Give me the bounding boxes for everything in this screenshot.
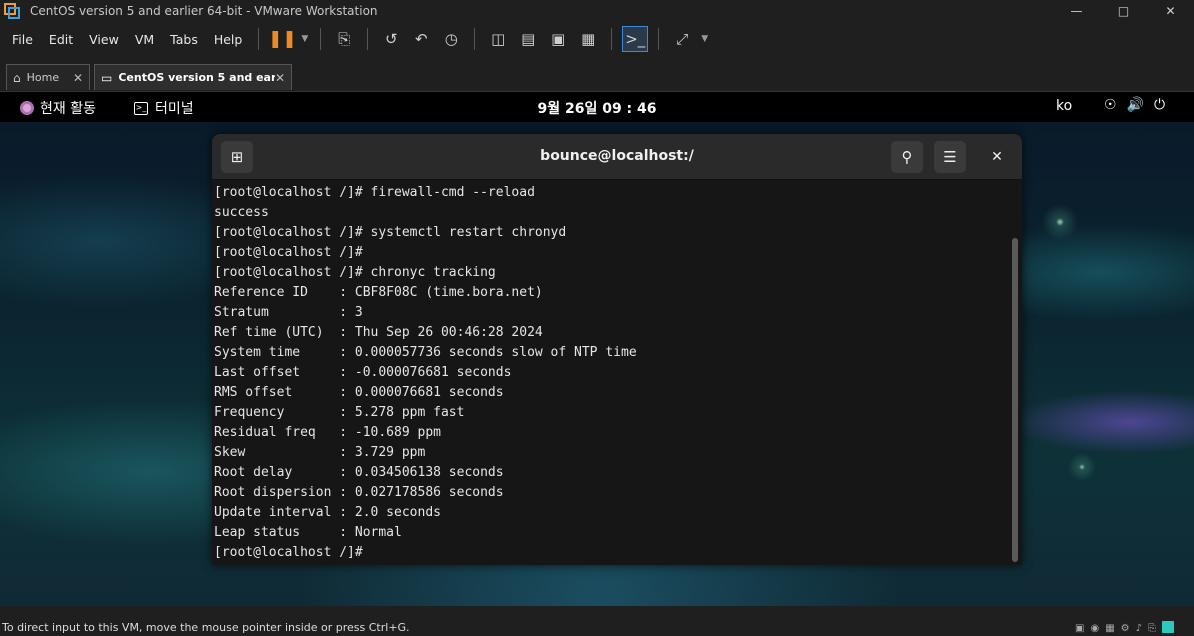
terminal-line: RMS offset : 0.000076681 seconds <box>214 385 504 400</box>
snapshot-manager-icon[interactable]: ◷ <box>438 26 464 52</box>
thumbnail-bar-icon[interactable]: ▤ <box>515 26 541 52</box>
terminal-line: Leap status : Normal <box>214 525 402 540</box>
terminal-line: [root@localhost /]# <box>214 245 363 260</box>
terminal-line: Last offset : -0.000076681 seconds <box>214 365 512 380</box>
stretch-guest-icon[interactable]: ⤢ <box>669 26 695 52</box>
status-text: To direct input to this VM, move the mou… <box>2 621 410 634</box>
network-adapter-icon[interactable]: ▦ <box>1105 621 1114 636</box>
power-dropdown-icon[interactable]: ▼ <box>301 34 308 44</box>
snapshot-icon[interactable]: ↺ <box>378 26 404 52</box>
menu-file[interactable]: File <box>0 32 41 47</box>
terminal-line: Frequency : 5.278 ppm fast <box>214 405 465 420</box>
menu-help[interactable]: Help <box>206 32 251 47</box>
terminal-line: Residual freq : -10.689 ppm <box>214 425 441 440</box>
gnome-top-bar: 현재 활동 >_ 터미널 9월 26일 09 : 46 ko ☉ 🔊 ⏻ <box>0 92 1194 122</box>
menu-view[interactable]: View <box>81 32 127 47</box>
menu-tabs[interactable]: Tabs <box>162 32 206 47</box>
terminal-line: Ref time (UTC) : Thu Sep 26 00:46:28 202… <box>214 325 543 340</box>
terminal-line: System time : 0.000057736 seconds slow o… <box>214 345 637 360</box>
toolbar-divider <box>367 28 369 50</box>
toolbar-divider <box>658 28 660 50</box>
status-bar: To direct input to this VM, move the mou… <box>0 620 1194 635</box>
usb-icon[interactable]: ⚙ <box>1121 621 1130 636</box>
terminal-line: [root@localhost /]# firewall-cmd --reloa… <box>214 185 535 200</box>
toolbar-divider <box>258 28 260 50</box>
home-icon: ⌂ <box>13 70 21 85</box>
terminal-line: [root@localhost /]# chronyc tracking <box>214 265 496 280</box>
close-tab-icon[interactable]: ✕ <box>73 71 83 85</box>
terminal-headerbar: ⊞ bounce@localhost:/ ⚲ ☰ ✕ <box>212 134 1022 180</box>
suspend-icon[interactable]: ❚❚ <box>268 26 297 52</box>
device-icons: ▣ ◉ ▦ ⚙ ♪ ⎘ <box>1075 621 1174 636</box>
vmware-logo-icon <box>4 3 20 19</box>
terminal-window: ⊞ bounce@localhost:/ ⚲ ☰ ✕ [root@localho… <box>212 134 1022 565</box>
window-title: CentOS version 5 and earlier 64-bit - VM… <box>30 4 378 18</box>
maximize-button[interactable]: □ <box>1100 4 1147 18</box>
printer-icon[interactable]: ⎘ <box>1148 621 1156 636</box>
revert-snapshot-icon[interactable]: ↶ <box>408 26 434 52</box>
terminal-line: Reference ID : CBF8F08C (time.bora.net) <box>214 285 543 300</box>
volume-icon: 🔊 <box>1126 97 1144 113</box>
tab-home[interactable]: ⌂ Home ✕ <box>6 64 90 90</box>
toolbar-divider <box>474 28 476 50</box>
tab-centos-vm[interactable]: ▭ CentOS version 5 and earl... ✕ <box>94 64 292 90</box>
vm-status-indicator-icon <box>1162 621 1174 633</box>
tab-centos-label: CentOS version 5 and earl... <box>118 71 275 84</box>
hamburger-menu-icon[interactable]: ☰ <box>934 141 966 173</box>
terminal-line: Root delay : 0.034506138 seconds <box>214 465 504 480</box>
terminal-line: Stratum : 3 <box>214 305 363 320</box>
vmware-titlebar: CentOS version 5 and earlier 64-bit - VM… <box>0 0 1194 22</box>
console-view-icon[interactable]: >_ <box>622 26 649 52</box>
terminal-line: Skew : 3.729 ppm <box>214 445 426 460</box>
search-icon[interactable]: ⚲ <box>891 141 923 173</box>
network-icon: ☉ <box>1104 97 1117 113</box>
terminal-line: Update interval : 2.0 seconds <box>214 505 441 520</box>
menu-vm[interactable]: VM <box>127 32 162 47</box>
terminal-output[interactable]: [root@localhost /]# firewall-cmd --reloa… <box>212 180 1008 565</box>
close-window-button[interactable]: ✕ <box>1147 4 1194 18</box>
close-icon[interactable]: ✕ <box>981 141 1013 173</box>
unity-icon[interactable]: ▦ <box>575 26 601 52</box>
power-icon: ⏻ <box>1154 97 1166 113</box>
clock[interactable]: 9월 26일 09 : 46 <box>0 98 1194 118</box>
tab-bar: ⌂ Home ✕ ▭ CentOS version 5 and earl... … <box>0 56 1194 92</box>
tab-home-label: Home <box>26 71 60 84</box>
toolbar-divider <box>611 28 613 50</box>
sound-icon[interactable]: ♪ <box>1136 621 1142 636</box>
system-menu[interactable]: ☉ 🔊 ⏻ <box>1104 97 1165 113</box>
minimize-button[interactable]: — <box>1053 4 1100 18</box>
library-view-icon[interactable]: ◫ <box>485 26 511 52</box>
full-screen-icon[interactable]: ▣ <box>545 26 571 52</box>
menu-toolbar: File Edit View VM Tabs Help ❚❚ ▼ ⎘ ↺ ↶ ◷… <box>0 22 1194 56</box>
hard-disk-icon[interactable]: ▣ <box>1075 621 1084 636</box>
terminal-scrollbar[interactable] <box>1012 238 1018 562</box>
stretch-dropdown-icon[interactable]: ▼ <box>701 34 708 44</box>
terminal-line: success <box>214 205 269 220</box>
send-ctrl-alt-del-icon[interactable]: ⎘ <box>331 26 357 52</box>
toolbar-divider <box>320 28 322 50</box>
close-tab-icon[interactable]: ✕ <box>275 71 285 85</box>
terminal-line: Root dispersion : 0.027178586 seconds <box>214 485 504 500</box>
cd-dvd-icon[interactable]: ◉ <box>1090 621 1099 636</box>
input-language[interactable]: ko <box>1056 98 1072 114</box>
menu-edit[interactable]: Edit <box>41 32 81 47</box>
terminal-line: [root@localhost /]# <box>214 545 363 560</box>
terminal-line: [root@localhost /]# systemctl restart ch… <box>214 225 567 240</box>
vm-icon: ▭ <box>101 70 113 85</box>
